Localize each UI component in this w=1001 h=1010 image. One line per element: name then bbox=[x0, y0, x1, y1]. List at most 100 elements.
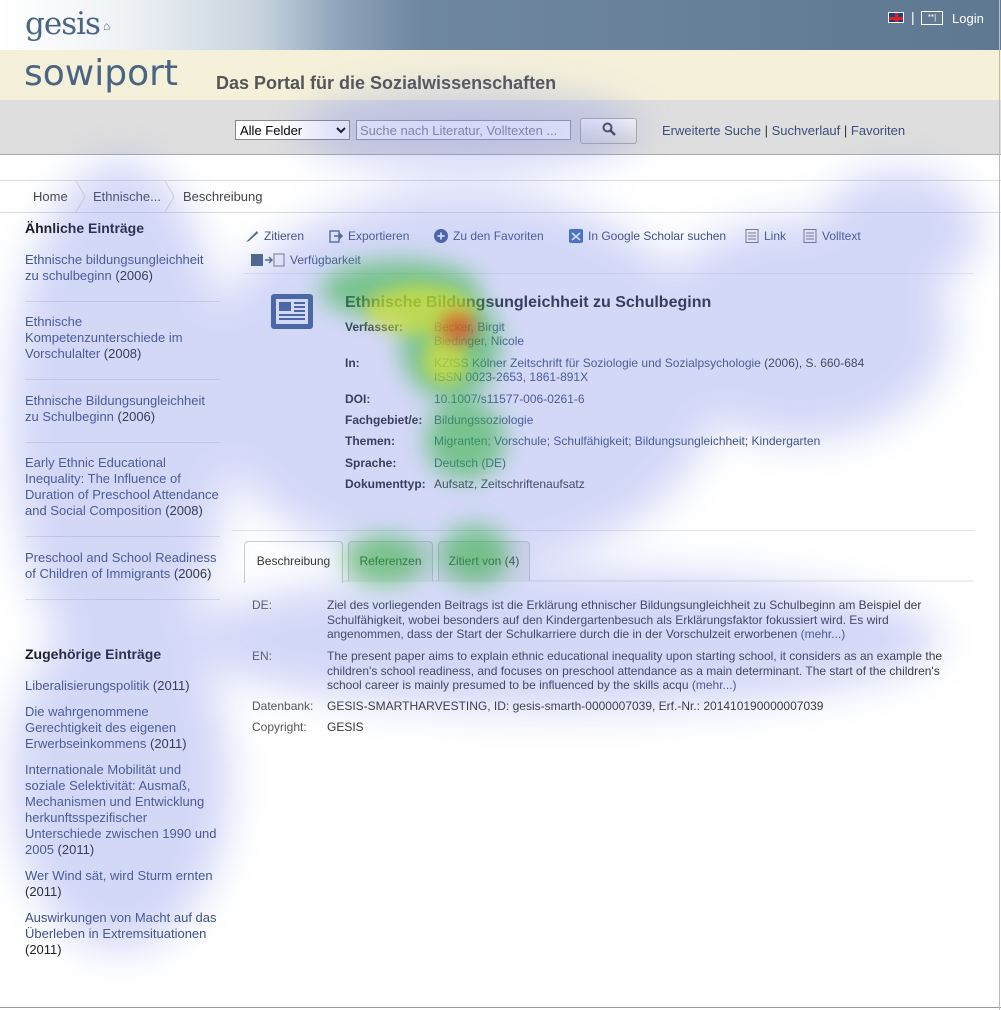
field-link[interactable]: Bildungssoziologie bbox=[434, 413, 533, 427]
en-more-link[interactable]: (mehr...) bbox=[692, 678, 737, 692]
related-entry[interactable]: Liberalisierungspolitik (2011) bbox=[25, 678, 220, 694]
cite-label: Zitieren bbox=[264, 229, 305, 243]
similar-entry[interactable]: Ethnische Bildungsungleichheit zu Schulb… bbox=[25, 393, 220, 425]
field-label: Fachgebiet/e: bbox=[345, 413, 423, 427]
copyright-value: GESIS bbox=[327, 720, 364, 734]
divider bbox=[25, 536, 220, 537]
link-label: Link bbox=[764, 229, 787, 243]
article-icon bbox=[271, 294, 313, 329]
breadcrumb-separator-icon bbox=[164, 181, 176, 212]
divider bbox=[232, 530, 974, 531]
en-abstract-text: The present paper aims to explain ethnic… bbox=[327, 649, 943, 692]
cite-action[interactable]: Zitieren bbox=[245, 229, 304, 243]
login-icon[interactable]: **| bbox=[921, 11, 943, 25]
export-action[interactable]: Exportieren bbox=[329, 229, 409, 243]
availability-icon bbox=[251, 253, 285, 267]
doi-link[interactable]: 10.1007/s11577-006-0261-6 bbox=[434, 392, 585, 406]
divider bbox=[25, 379, 220, 380]
entry-title: Ethnische Bildungsungleichheit zu Schulb… bbox=[25, 393, 205, 424]
divider bbox=[25, 599, 220, 600]
entry-year: (2011) bbox=[150, 736, 187, 751]
gesis-logo[interactable]: gesis bbox=[25, 6, 101, 42]
header-separator: | bbox=[911, 9, 915, 25]
journal-link[interactable]: KZfSS Kölner Zeitschrift für Soziologie … bbox=[434, 356, 761, 370]
quill-icon bbox=[246, 231, 258, 242]
breadcrumb-separator-icon bbox=[75, 181, 87, 212]
breadcrumb-record[interactable]: Ethnische... bbox=[93, 189, 161, 204]
favorites-link[interactable]: Favoriten bbox=[851, 123, 905, 138]
entry-title: Auswirkungen von Macht auf das Überleben… bbox=[25, 910, 217, 941]
tab-references[interactable]: Referenzen bbox=[348, 541, 433, 581]
doctype-value: Aufsatz, Zeitschriftenaufsatz bbox=[434, 477, 585, 491]
entry-year: (2006) bbox=[115, 268, 153, 283]
search-button[interactable] bbox=[580, 118, 637, 144]
search-field-select[interactable]: Alle Felder bbox=[235, 120, 350, 140]
divider bbox=[244, 273, 974, 274]
fulltext-label: Volltext bbox=[822, 229, 861, 243]
related-entry[interactable]: Wer Wind sät, wird Sturm ernten (2011) bbox=[25, 868, 220, 900]
tab-description[interactable]: Beschreibung bbox=[244, 541, 343, 583]
journal-details: (2006), S. 660-684 bbox=[760, 356, 865, 370]
in-label: In: bbox=[345, 356, 360, 370]
export-label: Exportieren bbox=[348, 229, 410, 243]
similar-entries-heading: Ähnliche Einträge bbox=[25, 220, 145, 236]
de-abstract: Ziel des vorliegenden Beitrags ist die E… bbox=[327, 598, 957, 642]
topics-label: Themen: bbox=[345, 434, 396, 448]
availability-action[interactable]: Verfügbarkeit bbox=[251, 253, 361, 267]
similar-entry[interactable]: Early Ethnic Educational Inequality: The… bbox=[25, 455, 220, 519]
similar-entry[interactable]: Ethnische Kompetenzunterschiede im Vorsc… bbox=[25, 314, 220, 362]
similar-entry[interactable]: Ethnische bildungsungleichheit zu schulb… bbox=[25, 252, 220, 284]
database-label: Datenbank: bbox=[252, 699, 314, 713]
link-separator: | bbox=[843, 123, 851, 138]
en-abstract: The present paper aims to explain ethnic… bbox=[327, 649, 957, 693]
add-favorite-label: Zu den Favoriten bbox=[453, 229, 544, 243]
search-links: Erweiterte Suche | Suchverlauf | Favorit… bbox=[662, 123, 905, 138]
document-icon bbox=[803, 229, 817, 243]
entry-year: (2006) bbox=[173, 566, 212, 581]
advanced-search-link[interactable]: Erweiterte Suche bbox=[662, 123, 761, 138]
author-link[interactable]: Biedinger, Nicole bbox=[434, 334, 524, 348]
entry-year: (2008) bbox=[103, 346, 142, 361]
issn-value: ISSN 0023-2653, 1861-891X bbox=[434, 370, 589, 384]
entry-year: (2008) bbox=[165, 503, 203, 518]
link-action[interactable]: Link bbox=[745, 229, 786, 243]
search-input[interactable] bbox=[356, 120, 571, 140]
breadcrumb-home[interactable]: Home bbox=[33, 189, 68, 204]
search-bar: Alle Felder Erweiterte Suche | Suchverla… bbox=[0, 100, 1001, 155]
portal-title: Das Portal für die Sozialwissenschaften bbox=[216, 73, 557, 93]
record-title: Ethnische Bildungsungleichheit zu Schulb… bbox=[345, 294, 712, 311]
search-history-link[interactable]: Suchverlauf bbox=[772, 123, 841, 138]
export-icon bbox=[329, 230, 343, 243]
divider bbox=[25, 442, 220, 443]
related-entry[interactable]: Auswirkungen von Macht auf das Überleben… bbox=[25, 910, 220, 958]
page-border bbox=[999, 0, 1000, 1010]
topics-links[interactable]: Migranten; Vorschule; Schulfähigkeit; Bi… bbox=[434, 434, 820, 448]
authors-label: Verfasser: bbox=[345, 320, 404, 334]
home-icon[interactable]: ⌂ bbox=[103, 19, 110, 33]
tab-cited-by[interactable]: Zitiert von (4) bbox=[438, 541, 530, 581]
entry-year: (2011) bbox=[57, 842, 95, 857]
sowiport-logo[interactable]: sowiport bbox=[24, 53, 178, 94]
entry-title: Internationale Mobilität und soziale Sel… bbox=[25, 762, 217, 857]
related-entry[interactable]: Internationale Mobilität und soziale Sel… bbox=[25, 762, 220, 858]
breadcrumb: Home Ethnische... Beschreibung bbox=[0, 180, 1001, 213]
login-link[interactable]: Login bbox=[952, 11, 984, 26]
uk-flag-icon[interactable] bbox=[888, 12, 904, 23]
doctype-label: Dokumenttyp: bbox=[345, 477, 426, 491]
scholar-icon bbox=[569, 229, 583, 243]
de-label: DE: bbox=[252, 598, 273, 612]
entry-year: (2006) bbox=[117, 409, 156, 424]
similar-entry[interactable]: Preschool and School Readiness of Childr… bbox=[25, 550, 220, 582]
de-more-link[interactable]: (mehr...) bbox=[801, 627, 846, 641]
en-label: EN: bbox=[252, 649, 273, 663]
google-scholar-action[interactable]: In Google Scholar suchen bbox=[569, 229, 726, 243]
add-favorite-action[interactable]: Zu den Favoriten bbox=[434, 229, 544, 243]
divider bbox=[25, 301, 220, 302]
search-icon bbox=[602, 122, 616, 136]
fulltext-action[interactable]: Volltext bbox=[803, 229, 861, 243]
language-label: Sprache: bbox=[345, 456, 397, 470]
breadcrumb-current: Beschreibung bbox=[183, 189, 263, 204]
author-link[interactable]: Becker, Birgit bbox=[434, 320, 505, 334]
availability-label: Verfügbarkeit bbox=[290, 253, 361, 267]
related-entry[interactable]: Die wahrgenommene Gerechtigkeit des eige… bbox=[25, 704, 220, 752]
